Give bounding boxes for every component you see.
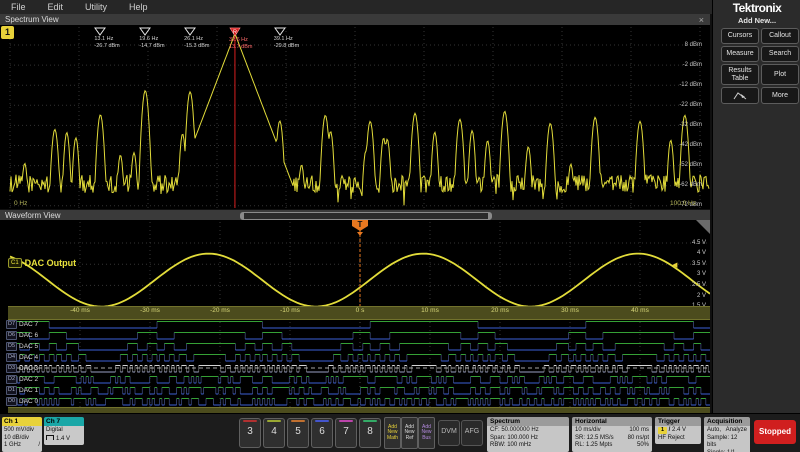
zoom-pan-navigation-bar[interactable] bbox=[240, 212, 492, 220]
add-new-ref-button[interactable]: Add New Ref bbox=[401, 417, 418, 449]
results-table-button[interactable]: Results Table bbox=[721, 64, 759, 85]
wave-y-label: 2.5 V bbox=[680, 282, 706, 289]
menu-utility[interactable]: Utility bbox=[74, 2, 118, 12]
time-label: 40 ms bbox=[627, 307, 653, 314]
channel-3-button[interactable]: 3 bbox=[239, 418, 261, 448]
menu-edit[interactable]: Edit bbox=[37, 2, 75, 12]
channel-4-button[interactable]: 4 bbox=[263, 418, 285, 448]
time-label: -40 ms bbox=[67, 307, 93, 314]
digital-channel-label[interactable]: D5DAC 5 bbox=[6, 342, 38, 351]
callout-button[interactable]: Callout bbox=[761, 28, 799, 44]
digital-channel-label[interactable]: D4DAC 4 bbox=[6, 353, 38, 362]
spectrum-channel-handle[interactable]: 1 bbox=[1, 26, 14, 39]
channel-7-button[interactable]: 7 bbox=[335, 418, 357, 448]
collapse-handle[interactable] bbox=[696, 220, 710, 234]
spectrum-plot[interactable]: 1 8 dBm -2 dBm -12 dBm -22 dBm -32 dBm -… bbox=[0, 25, 710, 209]
digital-channel-label[interactable]: D3DAC 3 bbox=[6, 364, 38, 373]
channel-6-button[interactable]: 6 bbox=[311, 418, 333, 448]
afg-button[interactable]: AFG bbox=[461, 420, 483, 446]
close-icon[interactable]: × bbox=[699, 15, 704, 25]
stopped-button[interactable]: Stopped bbox=[754, 420, 796, 444]
spectrum-x-label-right: 100.0 Hz bbox=[670, 200, 696, 207]
time-label: 30 ms bbox=[557, 307, 583, 314]
trigger-source-chip: 1 bbox=[658, 427, 667, 434]
spectrum-y-label: -12 dBm bbox=[652, 82, 702, 89]
wave-y-label: 3.5 V bbox=[680, 261, 706, 268]
time-label: 20 ms bbox=[487, 307, 513, 314]
spectrum-view-header[interactable]: Spectrum View × bbox=[0, 14, 710, 25]
trigger-settings-badge[interactable]: Trigger 1 / 2.4 V HF Reject bbox=[655, 417, 701, 444]
dvm-button[interactable]: DVM bbox=[438, 420, 460, 446]
add-new-math-button[interactable]: Add New Math bbox=[384, 417, 401, 449]
plot-button[interactable]: Plot bbox=[761, 64, 799, 85]
spectrum-y-label: -2 dBm bbox=[652, 62, 702, 69]
menu-bar: File Edit Utility Help bbox=[0, 0, 712, 14]
time-label: -30 ms bbox=[137, 307, 163, 314]
mask-icon bbox=[732, 90, 748, 101]
time-label: -10 ms bbox=[277, 307, 303, 314]
spectrum-view-title: Spectrum View bbox=[0, 15, 59, 24]
wave-y-label: 2 V bbox=[680, 293, 706, 300]
rising-edge-icon: / bbox=[669, 427, 671, 433]
expansion-point-icon bbox=[357, 232, 363, 236]
add-new-label: Add New... bbox=[713, 16, 800, 25]
spectrum-y-label: 8 dBm bbox=[652, 42, 702, 49]
svg-text:R: R bbox=[233, 30, 237, 36]
cursors-button[interactable]: Cursors bbox=[721, 28, 759, 44]
digital-channel-label[interactable]: D1DAC 1 bbox=[6, 386, 38, 395]
menu-file[interactable]: File bbox=[0, 2, 37, 12]
mask-button[interactable] bbox=[721, 87, 759, 104]
spectrum-y-label: -42 dBm bbox=[652, 142, 702, 149]
bottom-bar: Ch 1 500 mV/div 10 dB/div 1 GHz/ Ch 7 Di… bbox=[0, 413, 800, 452]
spectrum-y-label: -32 dBm bbox=[652, 122, 702, 129]
ch7-badge[interactable]: Ch 7 Digital 1.4 V bbox=[44, 417, 84, 445]
channel-5-button[interactable]: 5 bbox=[287, 418, 309, 448]
wave-y-label: 4.5 V bbox=[680, 240, 706, 247]
channel-name: DAC Output bbox=[25, 258, 77, 268]
channel-reference-arrow-icon[interactable]: ◀ bbox=[672, 262, 677, 269]
wave-y-label: 4 V bbox=[680, 250, 706, 257]
time-label: 0 s bbox=[347, 307, 373, 314]
channel-label[interactable]: C1 DAC Output bbox=[8, 258, 76, 268]
horizontal-settings-badge[interactable]: Horizontal 10 ms/div100 ms SR: 12.5 MS/s… bbox=[572, 417, 652, 452]
wave-y-label: 3 V bbox=[680, 271, 706, 278]
spectrum-trace bbox=[0, 25, 710, 209]
oscilloscope-app: File Edit Utility Help Spectrum View × 1… bbox=[0, 0, 800, 452]
time-label: -20 ms bbox=[207, 307, 233, 314]
time-label: 10 ms bbox=[417, 307, 443, 314]
digital-channel-label[interactable]: D7DAC 7 bbox=[6, 320, 38, 329]
spectrum-x-label-left: 0 Hz bbox=[14, 200, 27, 207]
channel-8-button[interactable]: 8 bbox=[359, 418, 381, 448]
digital-channel-label[interactable]: D0DAC 0 bbox=[6, 397, 38, 406]
spectrum-marker[interactable]: 39.1 Hz-29.8 dBm bbox=[274, 27, 328, 49]
spectrum-y-label: -22 dBm bbox=[652, 102, 702, 109]
digital-channel-label[interactable]: D6DAC 6 bbox=[6, 331, 38, 340]
tektronix-logo: Tektronix bbox=[713, 1, 800, 15]
search-button[interactable]: Search bbox=[761, 46, 799, 62]
ch1-badge[interactable]: Ch 1 500 mV/div 10 dB/div 1 GHz/ bbox=[2, 417, 42, 452]
right-panel: Tektronix Add New... Cursors Callout Mea… bbox=[712, 0, 800, 413]
channel-badge: C1 bbox=[8, 258, 22, 268]
more-button[interactable]: More bbox=[761, 87, 799, 104]
logic-threshold-icon bbox=[46, 435, 54, 440]
spectrum-settings-badge[interactable]: Spectrum CF: 50.000000 Hz Span: 100.000 … bbox=[487, 417, 569, 452]
digital-channel-label[interactable]: D2DAC 2 bbox=[6, 375, 38, 384]
acquisition-settings-badge[interactable]: Acquisition Auto,Analyze Sample: 12 bits… bbox=[704, 417, 750, 452]
waveform-plot[interactable]: T C1 DAC Output ◀ 4.5 V 4 V 3.5 V 3 V 2.… bbox=[0, 220, 710, 413]
probe-icon: / bbox=[38, 442, 40, 450]
add-new-bus-button[interactable]: Add New Bus bbox=[418, 417, 435, 449]
measure-button[interactable]: Measure bbox=[721, 46, 759, 62]
spectrum-y-label: -52 dBm bbox=[652, 162, 702, 169]
spectrum-y-label: -62 dBm bbox=[652, 182, 702, 189]
menu-help[interactable]: Help bbox=[118, 2, 159, 12]
waveform-view-title: Waveform View bbox=[0, 211, 61, 220]
